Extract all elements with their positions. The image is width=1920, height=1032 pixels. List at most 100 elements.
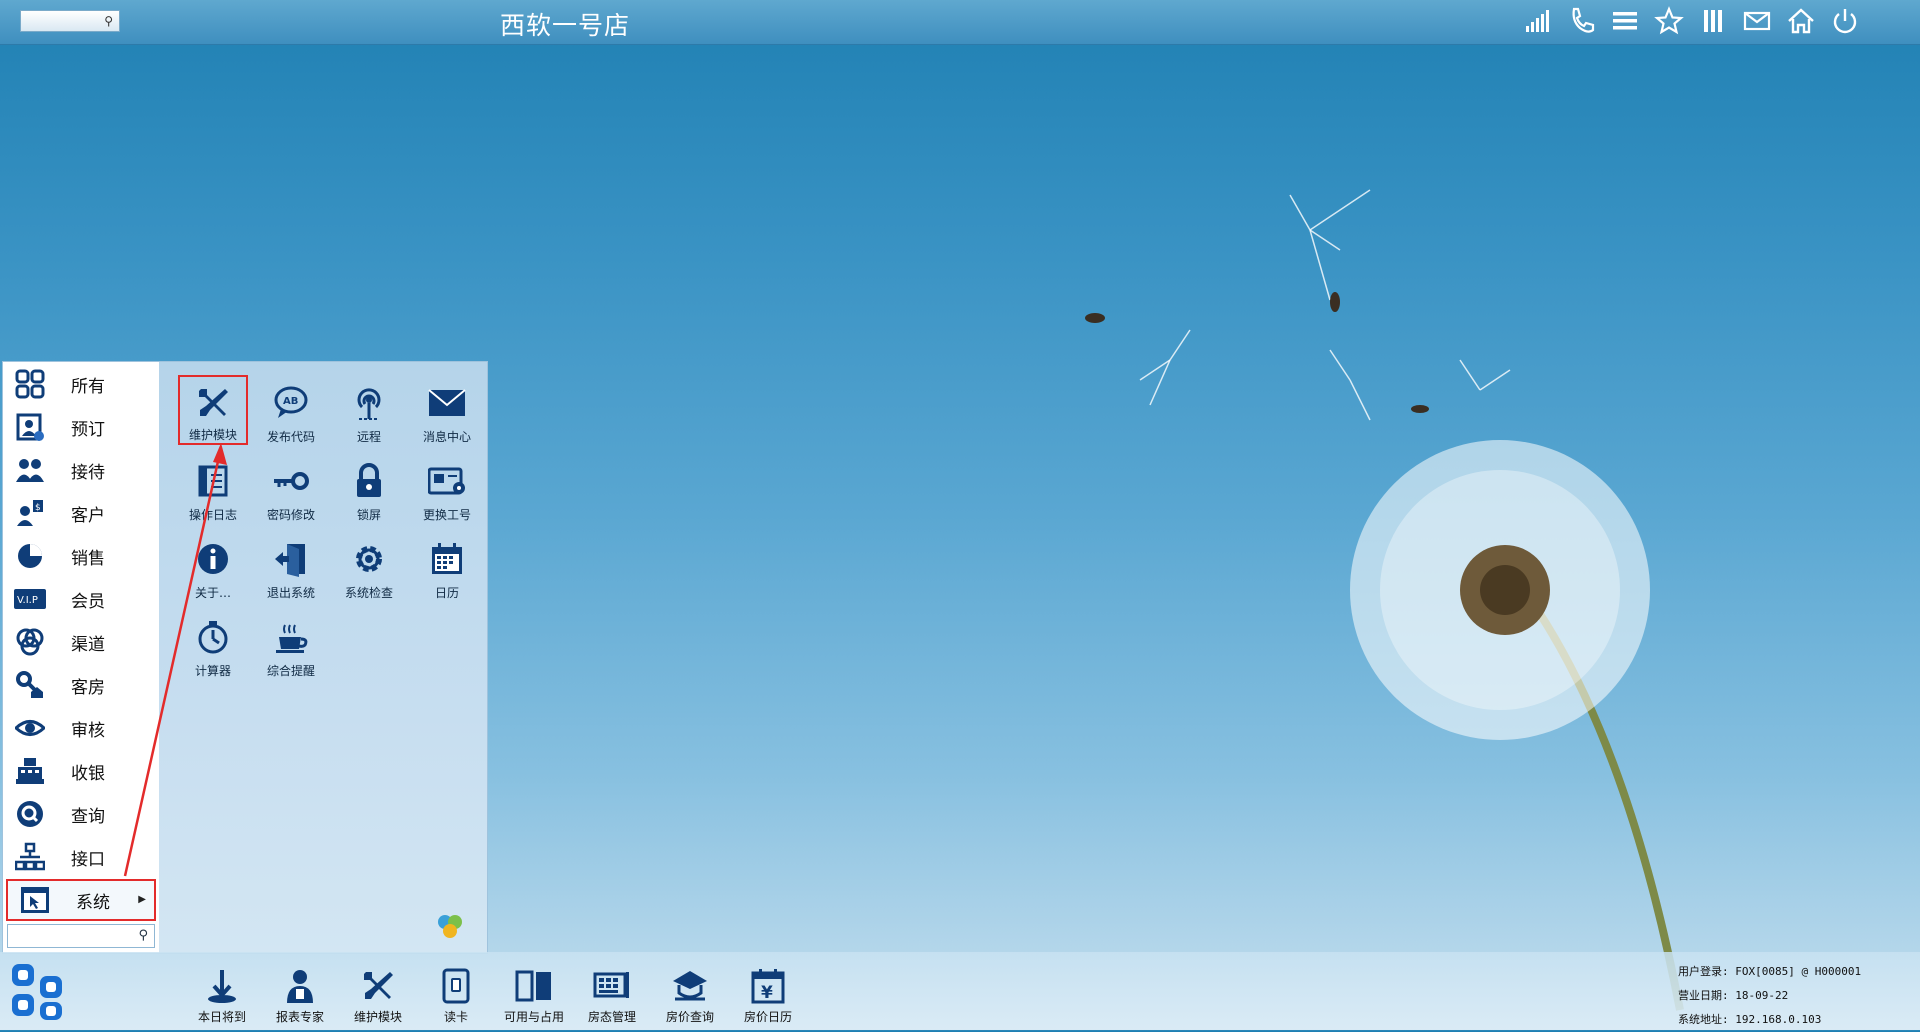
taskbar-maintenance-module[interactable]: 维护模块 (340, 966, 416, 1028)
tile-publish-code[interactable]: AB 发布代码 (256, 375, 326, 445)
customer-icon: $ (13, 496, 47, 530)
taskbar-arrivals-today[interactable]: 本日将到 (184, 966, 260, 1028)
start-logo-icon[interactable] (10, 960, 66, 1022)
tile-operation-log[interactable]: 操作日志 (178, 453, 248, 523)
wrench-icon (191, 383, 235, 422)
status-system-address: 系统地址: 192.168.0.103 (1678, 1013, 1822, 1026)
search-icon (13, 797, 47, 831)
taskbar-read-card[interactable]: 读卡 (418, 966, 494, 1028)
status-business-date: 营业日期: 18-09-22 (1678, 989, 1789, 1002)
tile-lock-screen[interactable]: 锁屏 (334, 453, 404, 523)
taskbar: 本日将到 报表专家 维护模块 读卡 可用与占用 房态管理 房价查询 ¥ 房价日历… (0, 952, 1920, 1030)
category-system[interactable]: 系统 ▶ (6, 879, 156, 921)
card-reader-icon (435, 966, 477, 1006)
category-label: 接待 (71, 462, 105, 483)
system-icon (18, 883, 52, 917)
tile-label: 维护模块 (188, 428, 237, 442)
category-label: 客房 (71, 677, 105, 698)
wrench-icon (357, 966, 399, 1006)
logbook-icon (191, 459, 235, 502)
tile-about[interactable]: 关于… (178, 531, 248, 601)
tile-label: 操作日志 (188, 508, 237, 522)
category-cashier[interactable]: 收银 (3, 750, 159, 792)
reception-icon (13, 453, 47, 487)
tile-label: 退出系统 (266, 586, 315, 600)
tile-remote[interactable]: 远程 (334, 375, 404, 445)
start-menu: 所有 预订 接待 $ 客户 销售 V.I.P 会员 渠道 客房 审核 收银 查询… (2, 361, 488, 954)
tile-label: 远程 (356, 430, 381, 444)
menu-search-input[interactable]: ⚲ (7, 924, 155, 948)
category-query[interactable]: 查询 (3, 793, 159, 835)
taskbar-label: 读卡 (443, 1010, 468, 1024)
tile-label: 系统检查 (344, 586, 393, 600)
coffee-icon (269, 615, 313, 658)
tile-calendar[interactable]: 日历 (412, 531, 482, 601)
tile-calculator[interactable]: 计算器 (178, 609, 248, 679)
taskbar-availability[interactable]: 可用与占用 (496, 966, 572, 1028)
svg-text:AB: AB (283, 396, 298, 407)
search-icon[interactable]: ⚲ (138, 928, 148, 943)
taskbar-report-expert[interactable]: 报表专家 (262, 966, 338, 1028)
tile-label: 日历 (434, 586, 459, 600)
category-audit[interactable]: 审核 (3, 707, 159, 749)
interface-icon (13, 840, 47, 874)
tile-exit-system[interactable]: 退出系统 (256, 531, 326, 601)
category-label: 渠道 (71, 634, 105, 655)
category-label: 查询 (71, 806, 105, 827)
taskbar-rate-calendar[interactable]: ¥ 房价日历 (730, 966, 806, 1028)
svg-text:$: $ (35, 503, 41, 513)
vip-icon: V.I.P (13, 582, 47, 616)
channel-icon (13, 625, 47, 659)
tile-label: 更换工号 (422, 508, 471, 522)
svg-text:V.I.P: V.I.P (17, 595, 38, 606)
taskbar-label: 维护模块 (353, 1010, 402, 1024)
taskbar-label: 本日将到 (197, 1010, 246, 1024)
category-label: 接口 (71, 849, 105, 870)
category-label: 审核 (71, 720, 105, 741)
panel-logo-icon (435, 912, 465, 942)
room-status-icon (591, 966, 633, 1006)
category-booking[interactable]: 预订 (3, 406, 159, 448)
taskbar-label: 房价日历 (743, 1010, 792, 1024)
taskbar-label: 房态管理 (587, 1010, 636, 1024)
speech-code-icon: AB (269, 381, 313, 424)
lock-icon (347, 459, 391, 502)
status-login: 用户登录: FOX[0085] @ H000001 (1678, 965, 1862, 978)
tile-system-check[interactable]: 系统检查 (334, 531, 404, 601)
availability-icon (513, 966, 555, 1006)
tile-general-reminder[interactable]: 综合提醒 (256, 609, 326, 679)
taskbar-room-status[interactable]: 房态管理 (574, 966, 650, 1028)
tile-message-center[interactable]: 消息中心 (412, 375, 482, 445)
category-room[interactable]: 客房 (3, 664, 159, 706)
category-sales[interactable]: 销售 (3, 535, 159, 577)
tile-maintenance-module[interactable]: 维护模块 (178, 375, 248, 445)
menu-category-list: 所有 预订 接待 $ 客户 销售 V.I.P 会员 渠道 客房 审核 收银 查询… (3, 362, 159, 953)
category-interface[interactable]: 接口 (3, 836, 159, 878)
tile-change-employee-id[interactable]: 更换工号 (412, 453, 482, 523)
arrival-icon (201, 966, 243, 1006)
rate-calendar-icon: ¥ (747, 966, 789, 1006)
category-vip[interactable]: V.I.P 会员 (3, 578, 159, 620)
category-label: 所有 (71, 376, 105, 397)
category-label: 预订 (71, 419, 105, 440)
tile-change-password[interactable]: 密码修改 (256, 453, 326, 523)
submenu-arrow-icon: ▶ (138, 894, 146, 905)
eye-icon (13, 711, 47, 745)
exit-icon (269, 537, 313, 580)
category-label: 销售 (71, 548, 105, 569)
category-label: 会员 (71, 591, 105, 612)
antenna-icon (347, 381, 391, 424)
id-card-icon (425, 459, 469, 502)
sales-icon (13, 539, 47, 573)
taskbar-label: 报表专家 (275, 1010, 324, 1024)
tile-label: 关于… (194, 586, 231, 600)
category-channel[interactable]: 渠道 (3, 621, 159, 663)
category-all[interactable]: 所有 (3, 363, 159, 405)
taskbar-rate-query[interactable]: 房价查询 (652, 966, 728, 1028)
taskbar-label: 房价查询 (665, 1010, 714, 1024)
booking-icon (13, 410, 47, 444)
key-icon (269, 459, 313, 502)
category-customer[interactable]: $ 客户 (3, 492, 159, 534)
category-reception[interactable]: 接待 (3, 449, 159, 491)
stopwatch-icon (191, 615, 235, 658)
